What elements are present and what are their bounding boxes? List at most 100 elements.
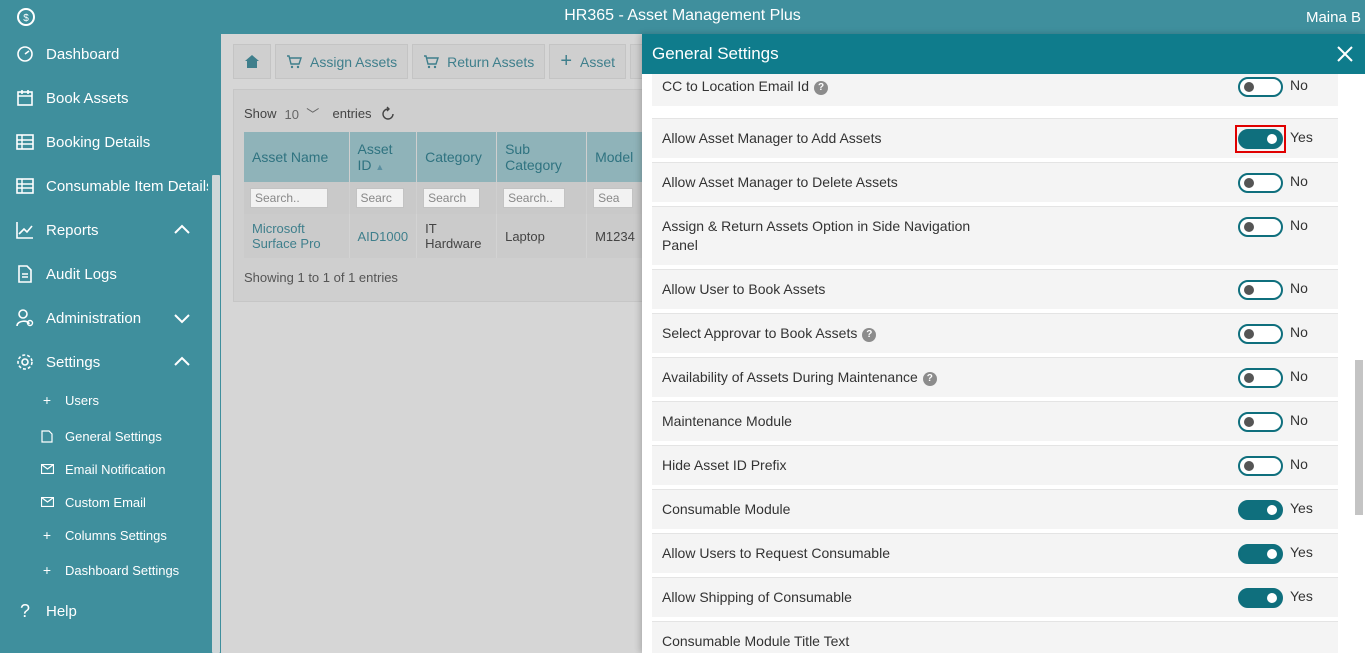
setting-value: Yes xyxy=(1290,588,1313,604)
setting-value: Yes xyxy=(1290,544,1313,560)
settings-list: CC to Location Email Id? No Allow Asset Ma… xyxy=(642,74,1365,653)
plus-icon: + xyxy=(42,562,52,578)
setting-label-text: Allow Shipping of Consumable xyxy=(662,589,852,605)
setting-toggle[interactable] xyxy=(1238,77,1283,97)
setting-toggle[interactable] xyxy=(1238,173,1283,193)
setting-value: Yes xyxy=(1290,129,1313,145)
refresh-icon[interactable] xyxy=(380,106,396,122)
assign-assets-label: Assign Assets xyxy=(310,53,398,70)
setting-toggle[interactable] xyxy=(1238,217,1283,237)
chevron-up-icon[interactable] xyxy=(173,353,191,371)
sidebar-item-audit-logs[interactable]: Audit Logs xyxy=(0,256,208,292)
setting-row: Hide Asset ID Prefix No xyxy=(652,445,1338,485)
sidebar-scrollbar[interactable] xyxy=(208,34,221,653)
setting-label: CC to Location Email Id? xyxy=(662,77,829,96)
user-name[interactable]: Maina B xyxy=(1306,9,1361,26)
settings-scrollbar-thumb[interactable] xyxy=(1355,360,1363,515)
setting-label: Maintenance Module xyxy=(662,412,792,431)
setting-row: Allow Asset Manager to Delete Assets No xyxy=(652,162,1338,202)
setting-toggle[interactable] xyxy=(1238,368,1283,388)
column-header-asset-id[interactable]: Asset ID ▲ xyxy=(349,132,418,182)
filter-input-asset-name[interactable]: Search.. xyxy=(250,188,328,208)
setting-row: Allow Asset Manager to Add Assets Yes xyxy=(652,118,1338,158)
setting-toggle[interactable] xyxy=(1238,500,1283,520)
filter-input-sub-category[interactable]: Search.. xyxy=(503,188,566,208)
chevron-down-icon[interactable] xyxy=(173,309,191,327)
filter-input-asset-id[interactable]: Searc xyxy=(355,188,404,208)
close-icon[interactable] xyxy=(1333,42,1357,66)
cart-icon xyxy=(287,54,302,68)
sidebar-subitem-email-notification[interactable]: Email Notification xyxy=(0,455,208,483)
sidebar-subitem-dashboard-settings[interactable]: + Dashboard Settings xyxy=(0,556,208,584)
entries-select[interactable]: 10 ﹀ xyxy=(285,104,325,123)
sidebar-item-label: Reports xyxy=(46,221,99,239)
sidebar-item-reports[interactable]: Reports xyxy=(0,212,208,248)
toggle-knob xyxy=(1244,461,1254,471)
question-mark-icon: ? xyxy=(19,600,30,621)
sidebar-subitem-label: Email Notification xyxy=(65,461,166,477)
sidebar-subitem-columns-settings[interactable]: + Columns Settings xyxy=(0,521,208,549)
sidebar-item-booking-details[interactable]: Booking Details xyxy=(0,124,208,160)
setting-row: Assign & Return Assets Option in Side Na… xyxy=(652,206,1338,265)
setting-label-text: Availability of Assets During Maintenanc… xyxy=(662,369,918,385)
help-icon[interactable]: ? xyxy=(814,81,829,95)
sidebar-item-consumable-item-details[interactable]: Consumable Item Details xyxy=(0,168,214,204)
table-row[interactable]: Microsoft Surface Pro AID1000 IT Hardwar… xyxy=(244,214,648,258)
toggle-knob xyxy=(1267,505,1277,515)
setting-toggle[interactable] xyxy=(1238,324,1283,344)
setting-row: Allow Shipping of Consumable Yes xyxy=(652,577,1338,617)
help-icon[interactable]: ? xyxy=(862,328,877,342)
setting-toggle[interactable] xyxy=(1238,412,1283,432)
setting-row: Availability of Assets During Maintenanc… xyxy=(652,357,1338,397)
dashboard-gauge-icon xyxy=(15,44,35,64)
sidebar-item-dashboard[interactable]: Dashboard xyxy=(0,36,208,72)
setting-toggle[interactable] xyxy=(1238,588,1283,608)
filter-input-category[interactable]: Search xyxy=(423,188,481,208)
setting-value: No xyxy=(1290,456,1308,472)
calendar-icon xyxy=(15,88,35,108)
assets-table: Asset Name Asset ID ▲ Category Sub Categ… xyxy=(244,132,648,258)
sidebar: Dashboard Book Assets Booking Details Co… xyxy=(0,34,221,653)
column-header-asset-name[interactable]: Asset Name xyxy=(244,132,350,182)
setting-toggle[interactable] xyxy=(1238,280,1283,300)
add-asset-button[interactable]: + Asset xyxy=(549,44,627,79)
help-icon[interactable]: ? xyxy=(922,372,937,386)
return-assets-label: Return Assets xyxy=(447,53,535,70)
setting-label-text: Allow Asset Manager to Delete Assets xyxy=(662,174,898,190)
toggle-knob xyxy=(1244,222,1254,232)
setting-row: Consumable Module Title Text xyxy=(652,621,1338,653)
cell-asset-id[interactable]: AID1000 xyxy=(349,214,418,258)
setting-toggle[interactable] xyxy=(1238,544,1283,564)
column-header-sub-category[interactable]: Sub Category xyxy=(496,132,588,182)
sidebar-item-settings[interactable]: Settings xyxy=(0,344,208,380)
document-icon xyxy=(40,429,54,443)
sidebar-scrollbar-thumb[interactable] xyxy=(212,175,220,653)
sidebar-item-book-assets[interactable]: Book Assets xyxy=(0,80,208,116)
cell-asset-name[interactable]: Microsoft Surface Pro xyxy=(244,214,350,258)
chevron-up-icon[interactable] xyxy=(173,221,191,239)
app-title: HR365 - Asset Management Plus xyxy=(564,7,801,24)
filter-input-model[interactable]: Sea xyxy=(593,188,634,208)
sidebar-item-help[interactable]: ? Help xyxy=(0,593,208,629)
return-assets-button[interactable]: Return Assets xyxy=(412,44,546,79)
sidebar-subitem-general-settings[interactable]: General Settings xyxy=(0,422,208,450)
plus-icon: + xyxy=(42,527,52,543)
setting-value: Yes xyxy=(1290,500,1313,516)
assign-assets-button[interactable]: Assign Assets xyxy=(275,44,409,79)
setting-toggle[interactable] xyxy=(1238,456,1283,476)
sidebar-item-administration[interactable]: Administration xyxy=(0,300,208,336)
column-header-category[interactable]: Category xyxy=(416,132,498,182)
home-button[interactable] xyxy=(233,44,271,79)
setting-row: Maintenance Module No xyxy=(652,401,1338,441)
setting-label: Allow Users to Request Consumable xyxy=(662,544,890,563)
sidebar-subitem-users[interactable]: + Users xyxy=(0,386,208,414)
setting-label-text: Allow Asset Manager to Add Assets xyxy=(662,130,882,146)
entries-label: entries xyxy=(332,106,372,121)
cell-model: M1234 xyxy=(586,214,648,258)
sidebar-subitem-label: Dashboard Settings xyxy=(65,562,180,578)
top-bar: $ HR365 - Asset Management Plus Maina B xyxy=(0,0,1365,34)
setting-value: No xyxy=(1290,324,1308,340)
column-header-model[interactable]: Model xyxy=(586,132,648,182)
sidebar-subitem-custom-email[interactable]: Custom Email xyxy=(0,488,208,516)
toggle-knob xyxy=(1244,285,1254,295)
